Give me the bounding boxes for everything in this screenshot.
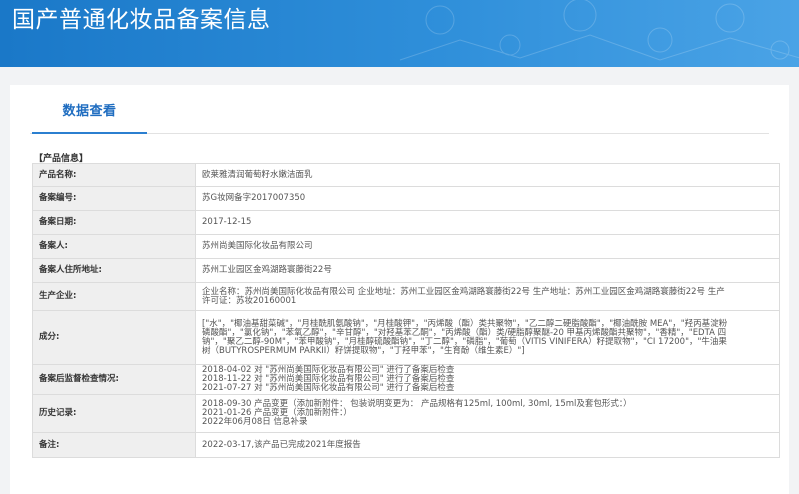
product-name-value: 欧莱雅清润葡萄籽水嫩洁面乳 <box>195 163 780 187</box>
history-value: 2018-09-30 产品变更（添加新附件： 包装说明变更为： 产品规格有125… <box>195 394 780 433</box>
filing-number-value: 苏G妆网备字2017007350 <box>195 186 780 211</box>
remarks-label: 备注: <box>32 432 196 458</box>
tab-bar: 数据查看 <box>30 85 769 134</box>
post-filing-inspection-value-line: 2021-07-27 对 "苏州尚美国际化妆品有限公司" 进行了备案后检查 <box>202 383 455 393</box>
page-title: 国产普通化妆品备案信息 <box>12 7 271 33</box>
info-row-post-filing-inspection: 备案后监督检查情况: 2018-04-02 对 "苏州尚美国际化妆品有限公司" 进… <box>32 364 780 395</box>
applicant-value: 苏州尚美国际化妆品有限公司 <box>195 234 780 259</box>
applicant-value-line: 苏州尚美国际化妆品有限公司 <box>202 241 313 251</box>
applicant-label: 备案人: <box>32 234 196 259</box>
ingredients-label: 成分: <box>32 310 196 365</box>
history-label: 历史记录: <box>32 394 196 433</box>
applicant-address-value: 苏州工业园区金鸡湖路寰藤街22号 <box>195 258 780 283</box>
info-row-applicant: 备案人: 苏州尚美国际化妆品有限公司 <box>32 234 780 259</box>
tab-data-view[interactable]: 数据查看 <box>32 85 147 134</box>
header-watermark-pattern <box>399 0 799 61</box>
info-row-filing-number: 备案编号: 苏G妆网备字2017007350 <box>32 186 780 211</box>
info-row-history: 历史记录: 2018-09-30 产品变更（添加新附件： 包装说明变更为： 产品规… <box>32 394 780 433</box>
content-card: 数据查看 【产品信息】 产品名称: 欧莱雅清润葡萄籽水嫩洁面乳 备案编号: 苏G妆网备… <box>10 85 789 494</box>
product-info-table: 产品名称: 欧莱雅清润葡萄籽水嫩洁面乳 备案编号: 苏G妆网备字2017007350 备… <box>32 163 780 458</box>
history-value-line: 2022年06月08日 信息补录 <box>202 417 308 427</box>
ingredients-value: ["水"，"椰油基甜菜碱"，"月桂酰肌氨酸钠"，"月桂酸钾"，"丙烯酸（酯）类共… <box>195 310 780 365</box>
product-name-label: 产品名称: <box>32 163 196 187</box>
ingredients-value-line: 树（BUTYROSPERMUM PARKII）籽饼提取物"，"丁羟甲苯"，"生育… <box>202 345 525 356</box>
manufacturer-value-line: 许可证：苏妆20160001 <box>202 295 297 306</box>
page-header: 国产普通化妆品备案信息 <box>0 0 799 67</box>
post-filing-inspection-value: 2018-04-02 对 "苏州尚美国际化妆品有限公司" 进行了备案后检查 201… <box>195 364 780 395</box>
remarks-value-line: 2022-03-17,该产品已完成2021年度报告 <box>202 439 361 450</box>
manufacturer-label: 生产企业: <box>32 282 196 311</box>
applicant-address-label: 备案人住所地址: <box>32 258 196 283</box>
applicant-address-value-line: 苏州工业园区金鸡湖路寰藤街22号 <box>202 265 332 275</box>
manufacturer-value: 企业名称：苏州尚美国际化妆品有限公司 企业地址：苏州工业园区金鸡湖路寰藤街22号… <box>195 282 780 311</box>
product-name-value-line: 欧莱雅清润葡萄籽水嫩洁面乳 <box>202 169 313 180</box>
filing-date-value-line: 2017-12-15 <box>202 217 252 227</box>
remarks-value: 2022-03-17,该产品已完成2021年度报告 <box>195 432 780 458</box>
info-row-filing-date: 备案日期: 2017-12-15 <box>32 210 780 235</box>
filing-date-value: 2017-12-15 <box>195 210 780 235</box>
filing-date-label: 备案日期: <box>32 210 196 235</box>
filing-number-label: 备案编号: <box>32 186 196 211</box>
info-row-product-name: 产品名称: 欧莱雅清润葡萄籽水嫩洁面乳 <box>32 163 780 187</box>
post-filing-inspection-label: 备案后监督检查情况: <box>32 364 196 395</box>
info-row-applicant-address: 备案人住所地址: 苏州工业园区金鸡湖路寰藤街22号 <box>32 258 780 283</box>
info-row-remarks: 备注: 2022-03-17,该产品已完成2021年度报告 <box>32 432 780 458</box>
info-row-ingredients: 成分: ["水"，"椰油基甜菜碱"，"月桂酰肌氨酸钠"，"月桂酸钾"，"丙烯酸（酯… <box>32 310 780 365</box>
filing-number-value-line: 苏G妆网备字2017007350 <box>202 193 306 203</box>
info-row-manufacturer: 生产企业: 企业名称：苏州尚美国际化妆品有限公司 企业地址：苏州工业园区金鸡湖路寰… <box>32 282 780 311</box>
